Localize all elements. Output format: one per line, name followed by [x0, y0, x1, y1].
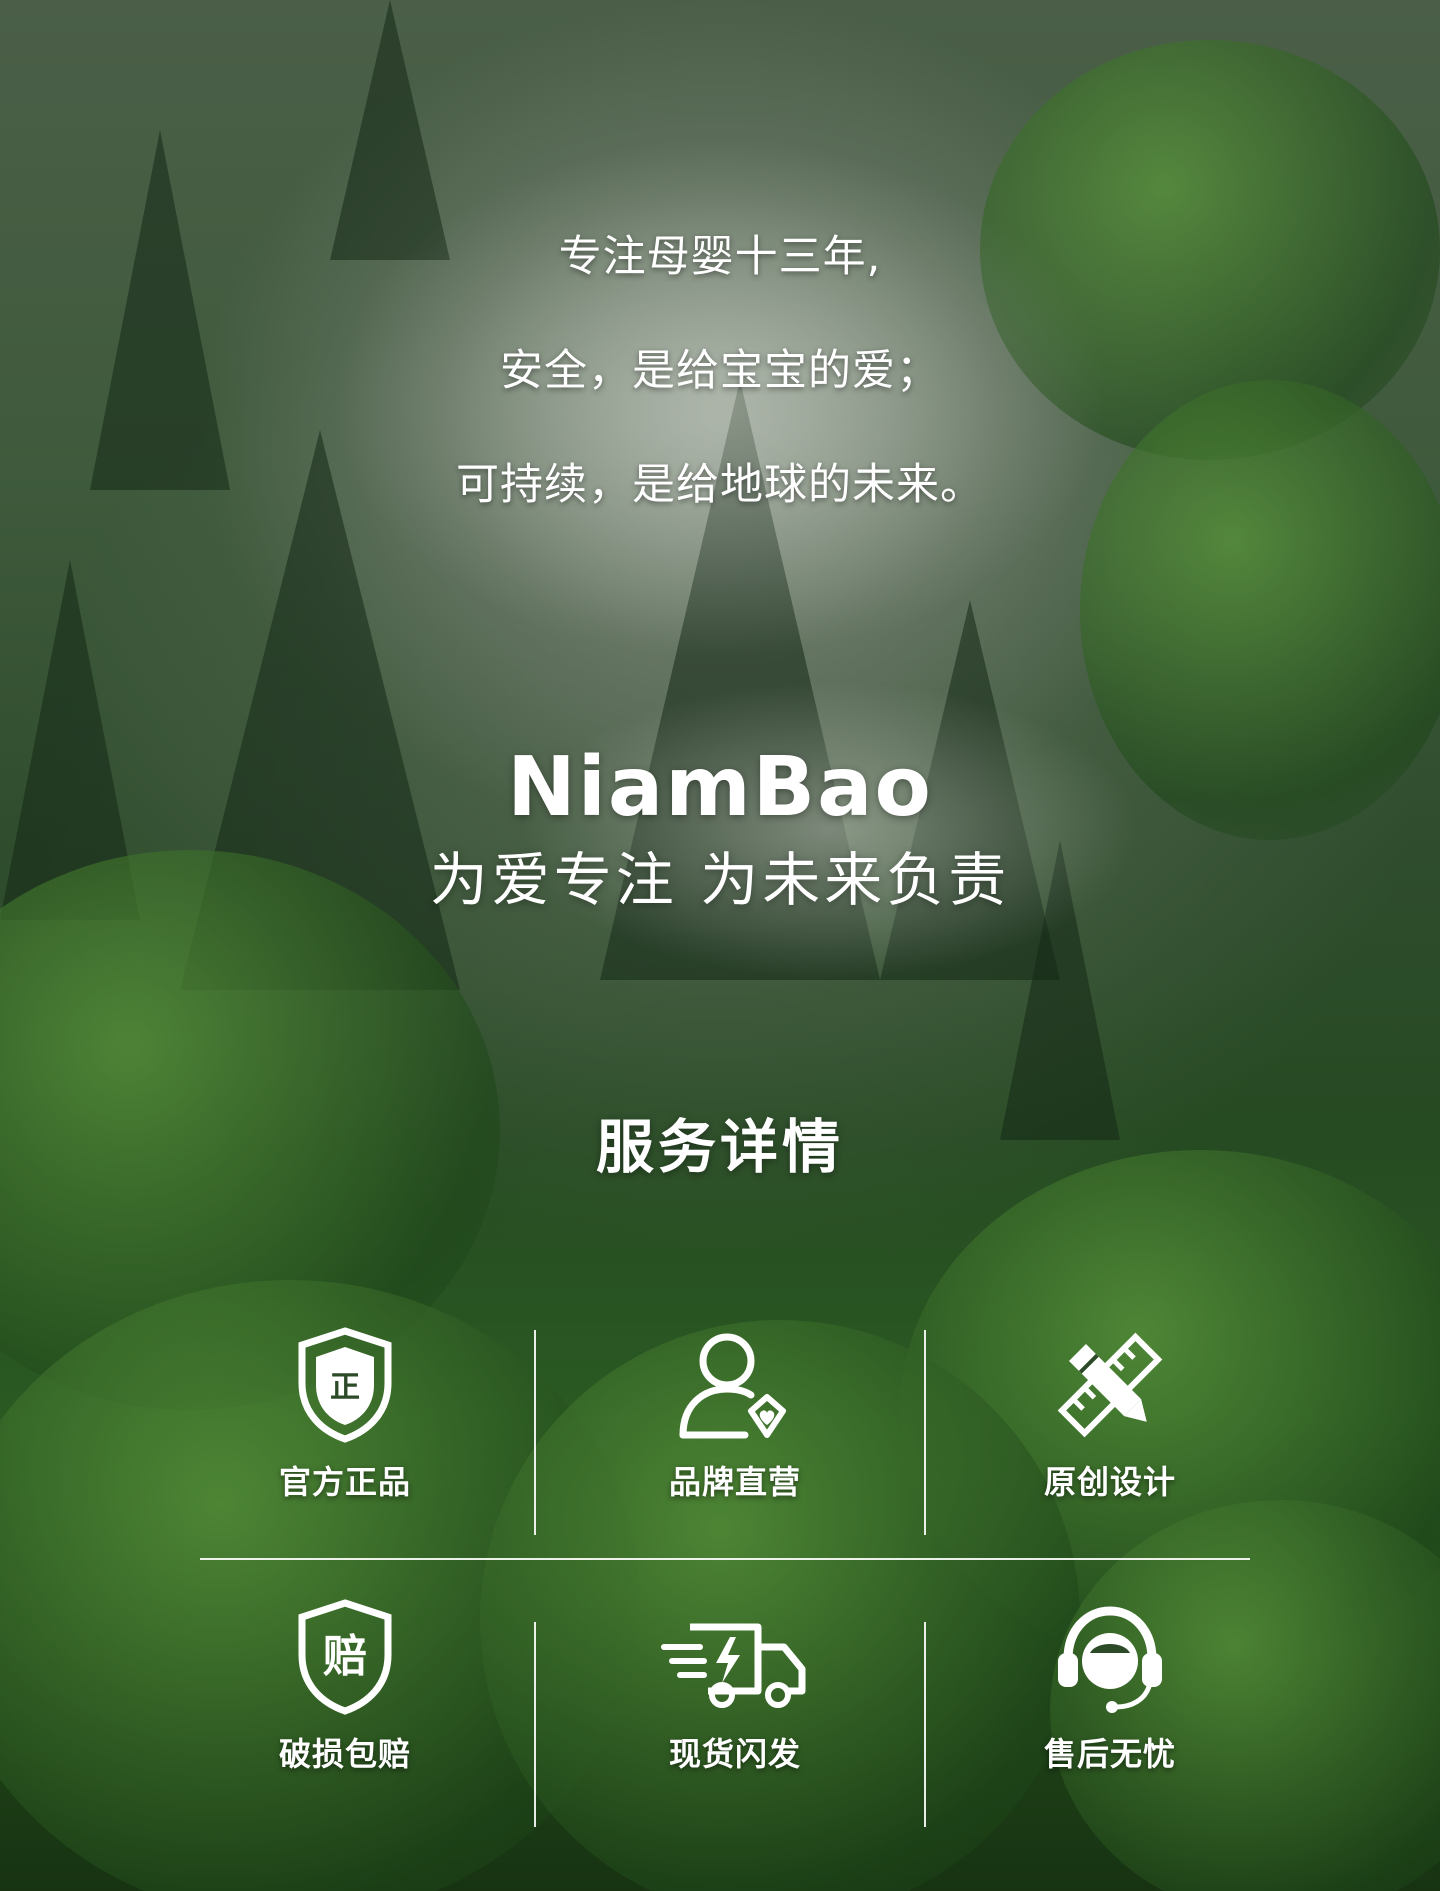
brand-slogan: 为爱专注 为未来负责 [429, 846, 1011, 914]
service-item-fast-shipping: 现货闪发 [560, 1597, 910, 1775]
service-label: 品牌直营 [668, 1463, 801, 1501]
fast-truck-icon [661, 1623, 806, 1708]
service-label: 售后无忧 [1043, 1735, 1176, 1773]
service-item-authentic: 正 官方正品 [170, 1325, 520, 1503]
user-heart-icon [679, 1333, 786, 1439]
grid-divider [534, 1330, 536, 1535]
service-item-design: 原创设计 [935, 1325, 1285, 1503]
services-grid: 正 官方正品 品牌直营 原创设计 赔 破损包赔 现货闪发 售后无忧 [200, 1325, 1250, 1827]
grid-divider [924, 1330, 926, 1535]
intro-line-3: 可持续，是给地球的未来。 [456, 460, 984, 510]
services-title: 服务详情 [595, 1113, 844, 1181]
headset-support-icon [1058, 1606, 1162, 1713]
service-item-compensation: 赔 破损包赔 [170, 1597, 520, 1775]
service-label: 原创设计 [1043, 1463, 1176, 1501]
grid-divider [924, 1622, 926, 1827]
grid-divider [200, 1558, 1250, 1560]
service-item-after-sales: 售后无忧 [935, 1597, 1285, 1775]
service-item-direct: 品牌直营 [560, 1325, 910, 1503]
page-content: 专注母婴十三年, 安全，是给宝宝的爱； 可持续，是给地球的未来。 NiamBao… [0, 0, 1440, 1891]
shield-badge-text: 赔 [323, 1631, 367, 1682]
service-label: 破损包赔 [278, 1735, 411, 1773]
shield-authentic-icon: 正 [298, 1327, 392, 1443]
service-label: 现货闪发 [668, 1735, 801, 1773]
grid-divider [534, 1622, 536, 1827]
intro-line-2: 安全，是给宝宝的爱； [500, 346, 940, 396]
intro-line-1: 专注母婴十三年, [558, 232, 882, 282]
shield-badge-text: 正 [330, 1370, 360, 1405]
ruler-pencil-icon [1057, 1332, 1163, 1438]
brand-logo: NiamBao [507, 740, 933, 835]
shield-compensation-icon: 赔 [298, 1599, 392, 1715]
service-label: 官方正品 [278, 1463, 411, 1501]
